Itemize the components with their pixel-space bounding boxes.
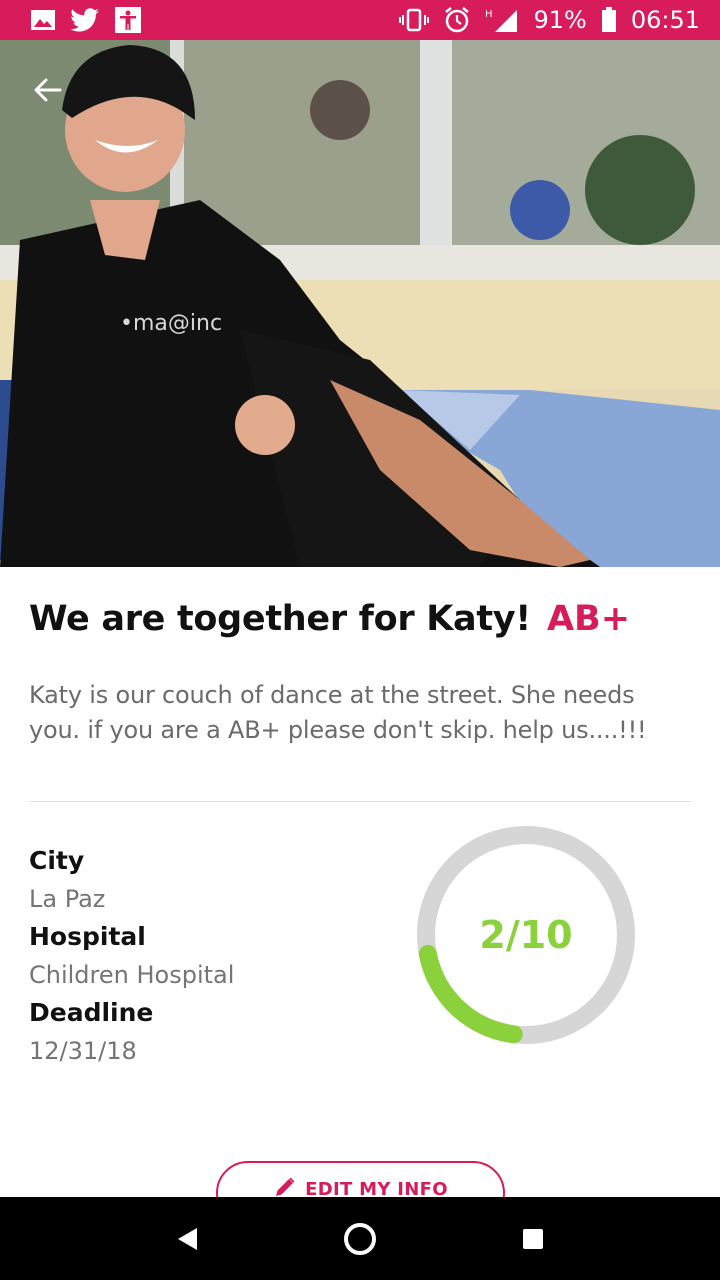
divider: [29, 801, 692, 802]
campaign-title: We are together for Katy!: [29, 599, 531, 639]
arrow-left-icon: [34, 78, 62, 102]
back-triangle-icon: [177, 1227, 197, 1250]
campaign-info: City La Paz Hospital Children Hospital D…: [29, 843, 234, 1071]
svg-text:•ma@inc: •ma@inc: [120, 311, 222, 336]
donation-progress-ring: 2/10: [416, 825, 636, 1045]
svg-text:H: H: [485, 9, 493, 20]
vibrate-icon: [399, 8, 430, 32]
battery-icon: [601, 7, 617, 33]
status-right: H 91% 06:51: [399, 6, 700, 34]
edit-my-info-button[interactable]: EDIT MY INFO: [216, 1161, 505, 1197]
navigation-bar: [0, 1197, 720, 1280]
nav-home-button[interactable]: [330, 1209, 390, 1269]
donor-count: 2/10: [479, 913, 573, 957]
clock: 06:51: [630, 6, 700, 34]
campaign-description: Katy is our couch of dance at the street…: [29, 681, 647, 744]
city-value: La Paz: [29, 885, 106, 913]
nav-recents-button[interactable]: [503, 1209, 563, 1269]
pencil-icon: [276, 1177, 295, 1196]
campaign-details: We are together for Katy! AB+ Katy is ou…: [0, 567, 720, 1197]
hospital-value: Children Hospital: [29, 961, 235, 989]
back-button[interactable]: [28, 70, 68, 110]
deadline-label: Deadline: [29, 998, 154, 1027]
deadline-value: 12/31/18: [29, 1037, 137, 1065]
nav-back-button[interactable]: [157, 1209, 217, 1269]
image-icon: [30, 8, 56, 32]
campaign-photo: •ma@inc: [0, 40, 720, 567]
edit-button-label: EDIT MY INFO: [305, 1179, 448, 1197]
title-row: We are together for Katy! AB+: [29, 599, 630, 639]
city-label: City: [29, 846, 85, 875]
battery-percent: 91%: [533, 6, 587, 34]
recents-square-icon: [523, 1228, 544, 1249]
twitter-icon: [70, 7, 100, 33]
status-left: [30, 6, 142, 34]
status-bar: H 91% 06:51: [0, 0, 720, 40]
home-circle-icon: [343, 1222, 376, 1255]
blood-type-badge: AB+: [546, 599, 631, 639]
alarm-icon: [443, 6, 471, 34]
hospital-label: Hospital: [29, 922, 146, 951]
signal-icon: H: [485, 7, 519, 33]
accessibility-icon: [114, 6, 142, 34]
